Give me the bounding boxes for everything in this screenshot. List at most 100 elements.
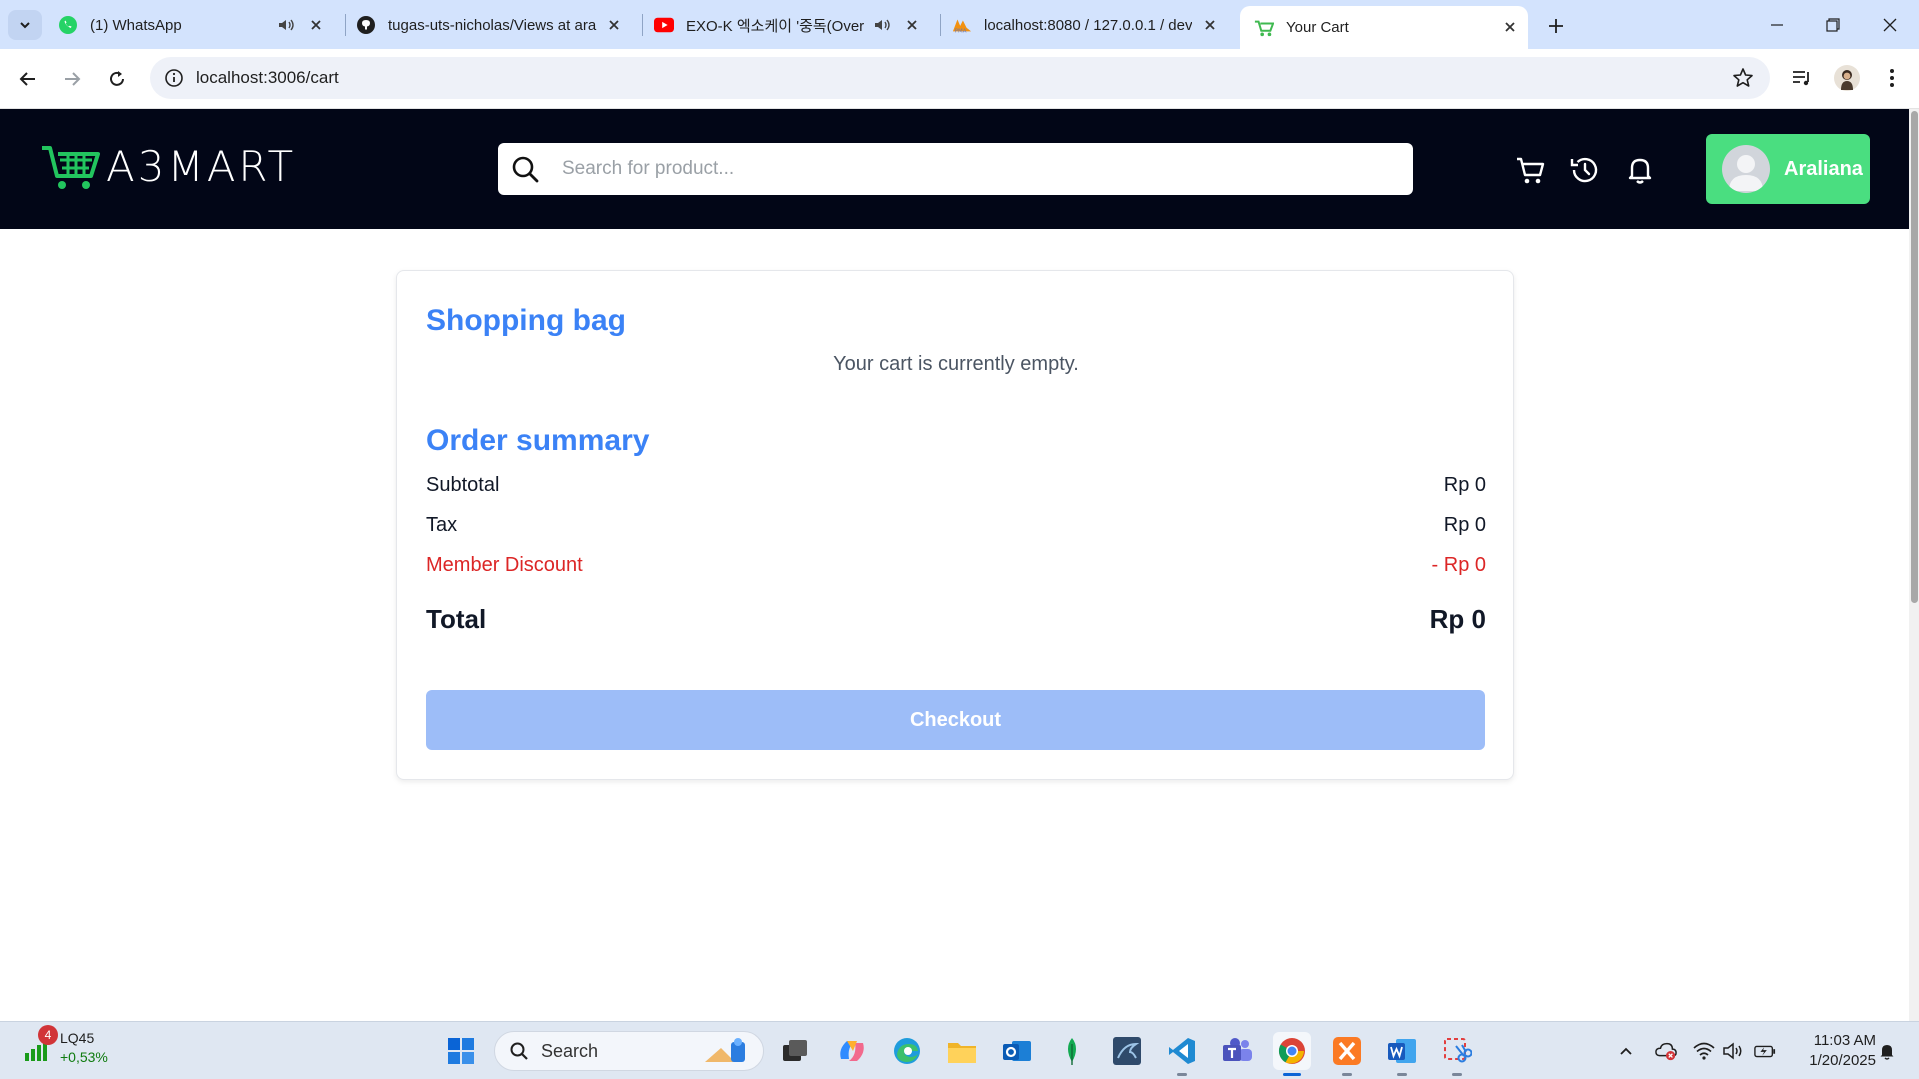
taskbar-search[interactable]: Search xyxy=(494,1031,764,1071)
user-placeholder-icon xyxy=(1729,155,1763,191)
tab-title: tugas-uts-nicholas/Views at ara xyxy=(388,16,597,34)
taskbar-clock[interactable]: 11:03 AM 1/20/2025 xyxy=(1790,1031,1876,1071)
reload-icon xyxy=(110,71,124,86)
onedrive-status-button[interactable] xyxy=(1655,1040,1677,1062)
notification-center-button[interactable] xyxy=(1876,1040,1898,1062)
chrome-app[interactable] xyxy=(1273,1032,1311,1076)
profile-avatar-button[interactable] xyxy=(1831,62,1863,94)
mysql-workbench-icon xyxy=(1113,1037,1141,1065)
tab-whatsapp[interactable]: (1) WhatsApp xyxy=(58,9,334,41)
history-icon[interactable] xyxy=(1568,153,1602,187)
stock-name: LQ45 xyxy=(60,1030,95,1046)
bell-icon[interactable] xyxy=(1623,153,1657,187)
battery-charging-icon xyxy=(1754,1045,1776,1058)
close-icon[interactable] xyxy=(1200,15,1220,35)
reload-button[interactable] xyxy=(101,63,133,95)
stock-widget[interactable]: 4 LQ45 +0,53% xyxy=(22,1025,108,1067)
edge-browser-icon xyxy=(894,1038,920,1064)
snipping-tool-app[interactable] xyxy=(1438,1032,1476,1076)
tab-phpmyadmin[interactable]: PMA localhost:8080 / 127.0.0.1 / dev xyxy=(952,9,1228,41)
close-icon[interactable] xyxy=(306,15,326,35)
total-value: Rp 0 xyxy=(1429,604,1486,634)
mongodb-compass-app[interactable] xyxy=(1053,1032,1091,1070)
product-search-bar[interactable] xyxy=(498,143,1413,195)
user-profile-button[interactable]: Araliana xyxy=(1706,134,1870,204)
close-icon[interactable] xyxy=(1500,17,1520,37)
tab-your-cart[interactable]: Your Cart xyxy=(1240,6,1528,49)
volume-button[interactable] xyxy=(1722,1040,1744,1062)
start-button[interactable] xyxy=(442,1032,480,1070)
close-icon[interactable] xyxy=(902,15,922,35)
address-bar[interactable]: localhost:3006/cart xyxy=(150,57,1770,99)
cloud-error-icon xyxy=(1655,1042,1677,1061)
scrollbar-thumb[interactable] xyxy=(1911,111,1918,603)
task-view-button[interactable] xyxy=(776,1032,814,1070)
order-summary-heading: Order summary xyxy=(426,424,650,457)
cart-icon[interactable] xyxy=(1514,153,1548,187)
teams-app[interactable] xyxy=(1218,1032,1256,1070)
restore-button[interactable] xyxy=(1813,10,1853,40)
user-name: Araliana xyxy=(1784,157,1863,180)
shopping-bag-heading: Shopping bag xyxy=(426,304,626,337)
browser-menu-button[interactable] xyxy=(1876,62,1908,94)
vscode-app[interactable] xyxy=(1163,1032,1201,1076)
file-explorer-app[interactable] xyxy=(943,1032,981,1070)
bell-snooze-icon xyxy=(1880,1045,1894,1060)
tab-separator xyxy=(642,14,643,36)
mysql-workbench-app[interactable] xyxy=(1108,1032,1146,1070)
browser-toolbar: localhost:3006/cart xyxy=(0,49,1919,109)
tab-search-button[interactable] xyxy=(8,10,42,40)
browser-tab-strip: (1) WhatsApp tugas-uts-nicholas/Views at… xyxy=(0,0,1919,49)
speaker-icon[interactable] xyxy=(276,15,296,35)
tab-title: localhost:8080 / 127.0.0.1 / dev xyxy=(984,16,1192,34)
battery-status-button[interactable] xyxy=(1754,1040,1776,1062)
profile-avatar-icon xyxy=(1834,65,1860,91)
teams-icon xyxy=(1223,1038,1252,1061)
chrome-icon xyxy=(1278,1038,1305,1064)
forward-button[interactable] xyxy=(56,63,88,95)
copilot-app[interactable] xyxy=(833,1032,871,1070)
tab-youtube[interactable]: EXO-K 엑소케이 '중독(Over xyxy=(654,9,930,41)
wifi-icon xyxy=(1693,1042,1715,1060)
edge-app[interactable] xyxy=(888,1032,926,1070)
new-tab-button[interactable] xyxy=(1542,12,1570,40)
a3mart-logo[interactable]: A3MART xyxy=(40,139,296,193)
tab-github[interactable]: tugas-uts-nicholas/Views at ara xyxy=(356,9,632,41)
github-icon xyxy=(356,15,376,35)
more-vertical-icon xyxy=(1890,69,1894,87)
stock-change: +0,53% xyxy=(60,1049,108,1065)
outlook-app[interactable] xyxy=(998,1032,1036,1070)
show-hidden-icons-button[interactable] xyxy=(1615,1040,1637,1062)
speaker-icon[interactable] xyxy=(872,15,892,35)
word-icon xyxy=(1388,1039,1416,1063)
tax-value: Rp 0 xyxy=(1443,514,1486,536)
whatsapp-icon xyxy=(58,15,78,35)
bookmark-star-icon[interactable] xyxy=(1732,67,1754,89)
clock-date: 1/20/2025 xyxy=(1809,1052,1876,1069)
site-header: A3MART Araliana xyxy=(0,109,1909,229)
subtotal-row: Subtotal Rp 0 xyxy=(426,474,1486,497)
total-label: Total xyxy=(426,604,487,634)
word-app[interactable] xyxy=(1383,1032,1421,1076)
search-input[interactable] xyxy=(562,158,1382,180)
search-highlight-icon xyxy=(705,1038,745,1062)
app-running-indicator xyxy=(1397,1073,1407,1076)
checkout-button[interactable]: Checkout xyxy=(426,690,1485,750)
xampp-app[interactable] xyxy=(1328,1032,1366,1076)
folder-icon xyxy=(948,1043,976,1063)
app-running-indicator xyxy=(1177,1073,1187,1076)
member-discount-row: Member Discount - Rp 0 xyxy=(426,554,1486,577)
back-button[interactable] xyxy=(12,63,44,95)
close-window-button[interactable] xyxy=(1870,10,1910,40)
arrow-left-icon xyxy=(19,72,35,86)
windows-logo-icon xyxy=(448,1038,474,1064)
wifi-status-button[interactable] xyxy=(1693,1040,1715,1062)
minimize-button[interactable] xyxy=(1757,10,1797,40)
media-control-button[interactable] xyxy=(1786,62,1818,94)
search-icon xyxy=(512,156,539,183)
site-info-icon[interactable] xyxy=(164,68,184,88)
tab-separator xyxy=(345,14,346,36)
app-active-indicator xyxy=(1283,1073,1301,1076)
windows-taskbar: 4 LQ45 +0,53% Search 11:03 AM 1/20/2025 xyxy=(0,1021,1919,1079)
close-icon[interactable] xyxy=(604,15,624,35)
